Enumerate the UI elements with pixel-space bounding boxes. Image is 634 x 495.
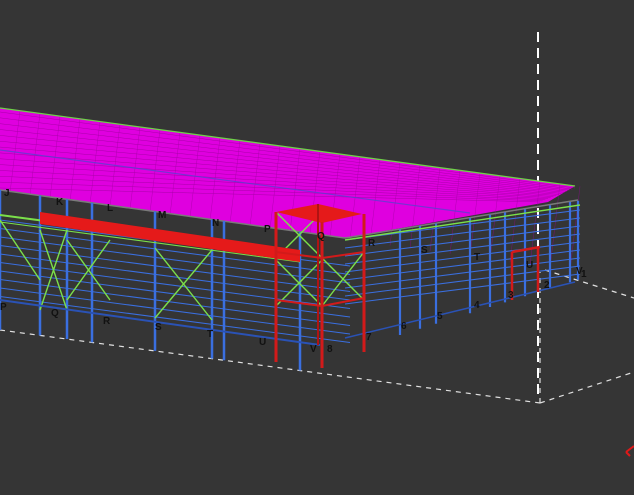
structural-model-canvas[interactable]: J K L M N P Q R S T U V P Q R S T U V 1 … [0, 0, 634, 495]
grid-label-number: 1 [581, 269, 587, 280]
grid-label-number: 4 [474, 300, 480, 311]
grid-label-letter: S [155, 322, 162, 333]
axis-triad-icon [625, 445, 634, 457]
grid-label-letter: R [368, 238, 376, 249]
side-wall-girt [344, 233, 581, 265]
grid-label-number: 8 [327, 344, 333, 355]
grid-label-number: 2 [544, 280, 550, 291]
roof-deck [0, 107, 581, 271]
grid-label-letter: T [207, 329, 213, 340]
grid-label-letter: P [264, 224, 271, 235]
wall-girt [0, 262, 351, 309]
grid-label-letter: L [107, 203, 113, 214]
grid-label-number: 5 [437, 311, 443, 322]
bracing-member [321, 251, 365, 307]
grid-label-letter: V [310, 344, 317, 355]
grid-label-letter: K [56, 197, 64, 208]
grid-label-number: 7 [366, 332, 372, 343]
eave-strut [0, 221, 301, 263]
grid-label-number: 6 [401, 321, 407, 332]
grid-label-letter: J [4, 188, 10, 199]
grid-label-number: 3 [508, 290, 514, 301]
grid-label-letter: R [103, 316, 111, 327]
grid-label-letter: M [158, 210, 166, 221]
side-wall-girt [344, 241, 581, 273]
side-wall-girt [344, 249, 581, 281]
grid-label-letter: P [0, 302, 7, 313]
grid-label-letter: S [421, 245, 428, 256]
grid-label-letter: Q [51, 308, 59, 319]
3d-model-viewport[interactable]: J K L M N P Q R S T U V P Q R S T U V 1 … [0, 0, 634, 495]
grid-label-letter: Q [317, 231, 325, 242]
grid-label-letter: N [212, 218, 219, 229]
grid-label-letter: U [259, 337, 266, 348]
grid-label-letter: T [474, 252, 480, 263]
grid-label-letter: U [526, 260, 533, 271]
